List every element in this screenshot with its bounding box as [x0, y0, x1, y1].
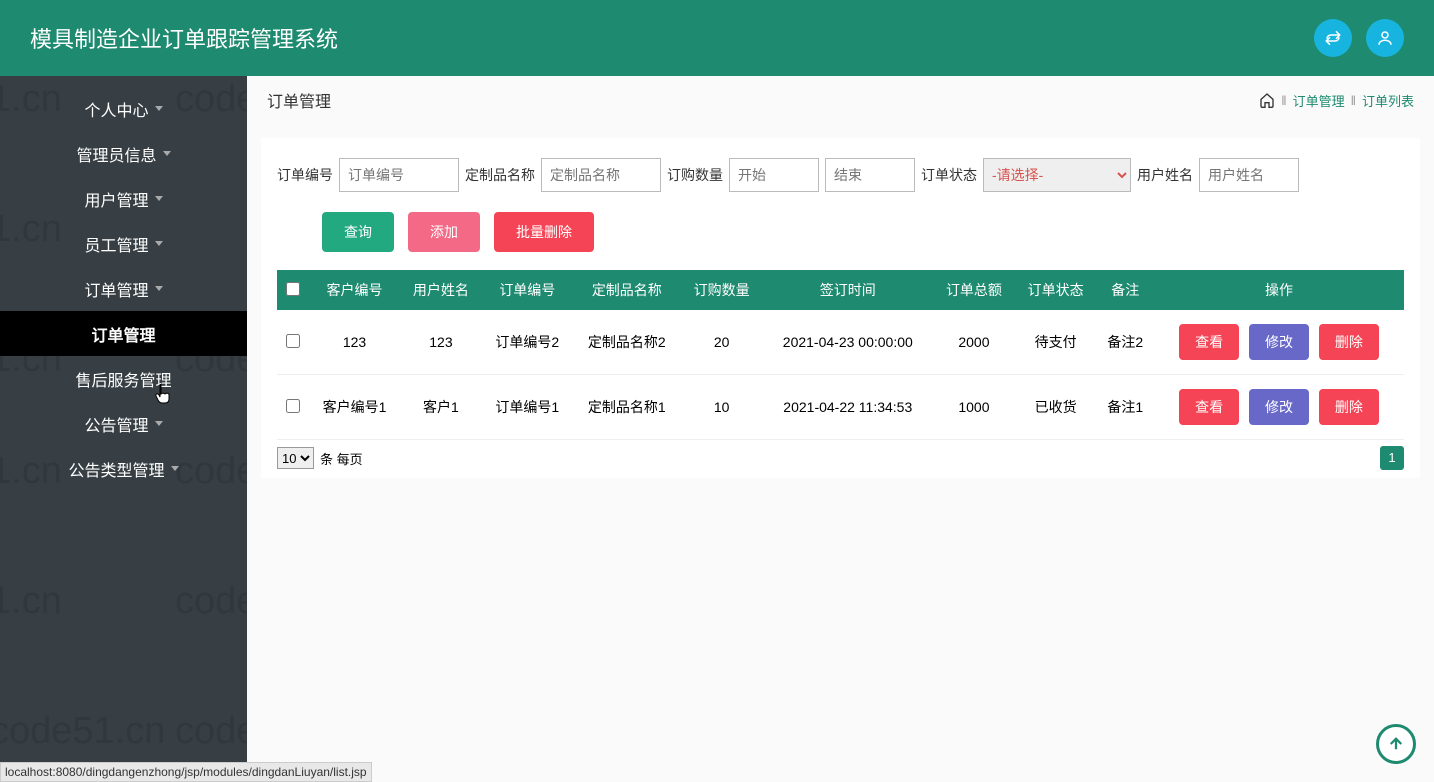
home-icon: [1259, 92, 1275, 108]
col-order-no: 订单编号: [482, 270, 573, 310]
sidebar-item-orders-sub[interactable]: 订单管理: [0, 311, 247, 356]
status-bar: localhost:8080/dingdangenzhong/jsp/modul…: [0, 762, 372, 782]
qty-label: 订购数量: [667, 165, 723, 185]
user-icon: [1376, 29, 1394, 47]
page-size-label: 条 每页: [320, 449, 363, 468]
cell-product: 定制品名称1: [573, 375, 681, 440]
cell-customer-no: 客户编号1: [309, 375, 400, 440]
page-number[interactable]: 1: [1380, 446, 1404, 470]
breadcrumb-link-2[interactable]: 订单列表: [1362, 91, 1414, 110]
cell-user: 客户1: [400, 375, 482, 440]
cell-status: 已收货: [1015, 375, 1097, 440]
query-button[interactable]: 查询: [322, 212, 394, 252]
batch-delete-button[interactable]: 批量删除: [494, 212, 594, 252]
chevron-down-icon: [155, 106, 163, 111]
status-select[interactable]: -请选择-: [983, 158, 1131, 192]
view-button[interactable]: 查看: [1179, 389, 1239, 425]
col-customer-no: 客户编号: [309, 270, 400, 310]
select-all-checkbox[interactable]: [286, 282, 300, 296]
row-checkbox[interactable]: [286, 399, 300, 413]
chevron-down-icon: [163, 151, 171, 156]
cell-qty: 10: [681, 375, 763, 440]
order-no-input[interactable]: [339, 158, 459, 192]
cell-customer-no: 123: [309, 310, 400, 375]
col-product: 定制品名称: [573, 270, 681, 310]
user-icon-button[interactable]: [1366, 19, 1404, 57]
orders-table: 客户编号 用户姓名 订单编号 定制品名称 订购数量 签订时间 订单总额 订单状态…: [277, 270, 1404, 440]
qty-start-input[interactable]: [729, 158, 819, 192]
col-qty: 订购数量: [681, 270, 763, 310]
status-label: 订单状态: [921, 165, 977, 185]
col-status: 订单状态: [1015, 270, 1097, 310]
cell-status: 待支付: [1015, 310, 1097, 375]
chevron-down-icon: [155, 421, 163, 426]
delete-button[interactable]: 删除: [1319, 389, 1379, 425]
product-label: 定制品名称: [465, 165, 535, 185]
cell-note: 备注2: [1097, 310, 1155, 375]
col-actions: 操作: [1154, 270, 1404, 310]
sidebar-label: 员工管理: [84, 232, 148, 256]
sidebar-label: 公告管理: [84, 412, 148, 436]
cell-qty: 20: [681, 310, 763, 375]
user-input[interactable]: [1199, 158, 1299, 192]
page-title: 订单管理: [267, 88, 331, 112]
col-time: 签订时间: [762, 270, 933, 310]
sidebar-item-aftersale[interactable]: 售后服务管理: [0, 356, 247, 401]
col-note: 备注: [1097, 270, 1155, 310]
table-row: 客户编号1 客户1 订单编号1 定制品名称1 10 2021-04-22 11:…: [277, 375, 1404, 440]
sidebar-item-orders[interactable]: 订单管理: [0, 266, 247, 311]
delete-button[interactable]: 删除: [1319, 324, 1379, 360]
sidebar: 个人中心 管理员信息 用户管理 员工管理 订单管理 订单管理 售后服务管理 公告…: [0, 76, 247, 782]
sidebar-item-notice[interactable]: 公告管理: [0, 401, 247, 446]
table-row: 123 123 订单编号2 定制品名称2 20 2021-04-23 00:00…: [277, 310, 1404, 375]
sidebar-label: 个人中心: [84, 97, 148, 121]
shuffle-icon-button[interactable]: [1314, 19, 1352, 57]
cell-user: 123: [400, 310, 482, 375]
product-input[interactable]: [541, 158, 661, 192]
cell-total: 2000: [933, 310, 1015, 375]
sidebar-label: 订单管理: [84, 277, 148, 301]
qty-end-input[interactable]: [825, 158, 915, 192]
chevron-down-icon: [155, 286, 163, 291]
row-checkbox[interactable]: [286, 334, 300, 348]
sidebar-item-users[interactable]: 用户管理: [0, 176, 247, 221]
breadcrumb-link-1[interactable]: 订单管理: [1293, 91, 1345, 110]
chevron-down-icon: [171, 466, 179, 471]
order-no-label: 订单编号: [277, 165, 333, 185]
col-user: 用户姓名: [400, 270, 482, 310]
cell-note: 备注1: [1097, 375, 1155, 440]
breadcrumb: ‖ 订单管理 ‖ 订单列表: [1259, 91, 1414, 110]
edit-button[interactable]: 修改: [1249, 389, 1309, 425]
add-button[interactable]: 添加: [408, 212, 480, 252]
sidebar-label: 售后服务管理: [75, 367, 171, 391]
breadcrumb-sep: ‖: [1351, 93, 1356, 108]
cell-time: 2021-04-23 00:00:00: [762, 310, 933, 375]
sidebar-label: 公告类型管理: [68, 457, 164, 481]
view-button[interactable]: 查看: [1179, 324, 1239, 360]
sidebar-label: 用户管理: [84, 187, 148, 211]
breadcrumb-sep: ‖: [1281, 93, 1286, 108]
col-total: 订单总额: [933, 270, 1015, 310]
shuffle-icon: [1324, 29, 1342, 47]
cell-total: 1000: [933, 375, 1015, 440]
chevron-down-icon: [155, 241, 163, 246]
sidebar-label: 订单管理: [91, 322, 155, 346]
cell-product: 定制品名称2: [573, 310, 681, 375]
app-title: 模具制造企业订单跟踪管理系统: [30, 22, 338, 54]
arrow-up-icon: [1387, 735, 1405, 753]
sidebar-item-notice-type[interactable]: 公告类型管理: [0, 446, 247, 491]
user-label: 用户姓名: [1137, 165, 1193, 185]
sidebar-item-profile[interactable]: 个人中心: [0, 86, 247, 131]
cell-order-no: 订单编号1: [482, 375, 573, 440]
cell-order-no: 订单编号2: [482, 310, 573, 375]
sidebar-item-admin[interactable]: 管理员信息: [0, 131, 247, 176]
chevron-down-icon: [155, 196, 163, 201]
topbar: 模具制造企业订单跟踪管理系统: [0, 0, 1434, 76]
scroll-top-button[interactable]: [1376, 724, 1416, 764]
sidebar-item-staff[interactable]: 员工管理: [0, 221, 247, 266]
edit-button[interactable]: 修改: [1249, 324, 1309, 360]
cell-time: 2021-04-22 11:34:53: [762, 375, 933, 440]
page-size-select[interactable]: 10: [277, 447, 314, 469]
sidebar-label: 管理员信息: [76, 142, 156, 166]
